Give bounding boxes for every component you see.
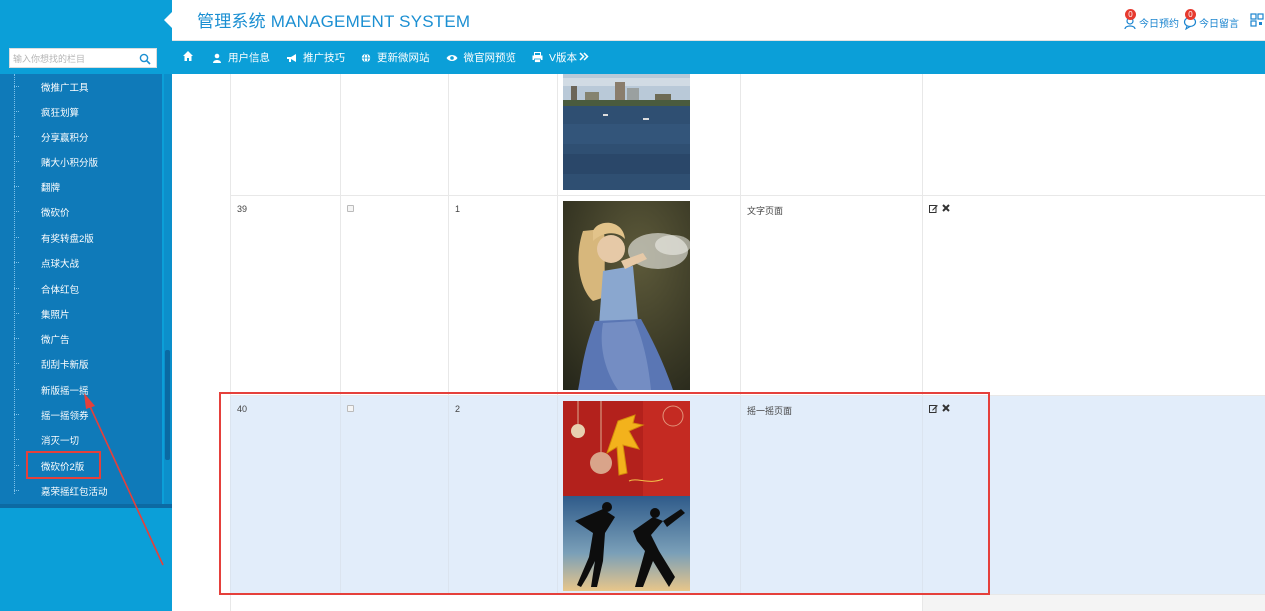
messages-count-badge: 0 xyxy=(1185,9,1196,20)
sidebar-item-label: 摇一摇领券 xyxy=(41,411,89,422)
app-window: 管理系统 MANAGEMENT SYSTEM 0 今日预约 0 今日留言 输入你… xyxy=(0,0,1265,611)
row-actions xyxy=(929,204,950,215)
bullhorn-icon xyxy=(286,53,297,63)
qrcode-button[interactable] xyxy=(1250,6,1264,30)
cell-actions xyxy=(922,74,1265,195)
sidebar-item-label: 微广告 xyxy=(41,335,70,346)
sidebar-item-label: 微推广工具 xyxy=(41,83,89,94)
sidebar-item-label: 翻牌 xyxy=(41,183,61,194)
sidebar-item[interactable]: 合体红包 xyxy=(0,276,162,301)
nav-version[interactable]: V版本 xyxy=(524,41,597,74)
print-icon xyxy=(532,52,543,63)
search-icon[interactable] xyxy=(139,52,151,70)
lake-city-photo xyxy=(563,74,690,190)
sidebar-item[interactable]: 微砍价 xyxy=(0,199,162,224)
cell-id: 39 xyxy=(230,196,340,395)
sidebar-item-label: 合体红包 xyxy=(41,285,80,296)
nav-preview-site[interactable]: 微官网预览 xyxy=(438,41,525,74)
messages-label: 今日留言 xyxy=(1199,19,1239,30)
sidebar-item[interactable]: 微推广工具 xyxy=(0,74,162,99)
sidebar-item[interactable]: 点球大战 xyxy=(0,250,162,275)
sidebar-item[interactable]: 消灭一切 xyxy=(0,427,162,452)
cell-id xyxy=(230,74,340,195)
app-title: 管理系统 MANAGEMENT SYSTEM xyxy=(197,12,471,31)
sidebar-item[interactable]: 疯狂划算 xyxy=(0,99,162,124)
sidebar-item-label: 微砍价 xyxy=(41,208,70,219)
cell-empty xyxy=(922,595,1265,611)
user-icon xyxy=(212,53,222,63)
sidebar-item[interactable]: 翻牌 xyxy=(0,174,162,199)
cell-type: 文字页面 xyxy=(740,196,922,395)
nav-promotion-tips[interactable]: 推广技巧 xyxy=(278,41,353,74)
appointments-count-badge: 0 xyxy=(1125,9,1136,20)
sidebar-item[interactable]: 有奖转盘2版 xyxy=(0,225,162,250)
sidebar-scrollbar-thumb[interactable] xyxy=(165,350,170,460)
home-icon xyxy=(182,50,194,65)
top-nav: 用户信息 推广技巧 更新微网站 微官网预览 V版本 xyxy=(172,41,597,74)
nav-user-info[interactable]: 用户信息 xyxy=(204,41,278,74)
appointments-label: 今日预约 xyxy=(1139,19,1179,30)
eye-icon xyxy=(446,54,458,62)
cell-image xyxy=(557,74,740,195)
sidebar-item-label: 刮刮卡新版 xyxy=(41,360,89,371)
nav-version-label: V版本 xyxy=(549,52,578,64)
table-row xyxy=(230,595,1265,611)
sidebar-menu: 微推广工具 疯狂划算 分享赢积分 赌大小积分版 翻牌 微砍价 有奖转盘2版 点球… xyxy=(0,74,162,504)
qrcode-icon xyxy=(1250,13,1264,30)
sidebar-item-label: 分享赢积分 xyxy=(41,133,89,144)
cell-image xyxy=(557,196,740,395)
home-button[interactable] xyxy=(172,41,204,74)
nav-preview-site-label: 微官网预览 xyxy=(463,52,517,64)
sidebar-item-label: 消灭一切 xyxy=(41,436,80,447)
nav-update-site[interactable]: 更新微网站 xyxy=(353,41,438,74)
cell-empty xyxy=(230,595,922,611)
sidebar-search xyxy=(9,48,157,68)
chat-icon: 0 xyxy=(1183,9,1197,31)
sidebar-item[interactable]: 集照片 xyxy=(0,301,162,326)
nav-user-info-label: 用户信息 xyxy=(228,52,270,64)
sidebar-item[interactable]: 微广告 xyxy=(0,326,162,351)
edit-icon[interactable] xyxy=(929,204,938,215)
row-checkbox[interactable] xyxy=(347,205,354,212)
cell-order: 1 xyxy=(448,196,557,395)
sidebar-item-label: 集照片 xyxy=(41,310,70,321)
annotation-box-row xyxy=(219,392,990,595)
search-input[interactable] xyxy=(13,51,133,66)
sidebar-item[interactable]: 分享赢积分 xyxy=(0,124,162,149)
header-left-block xyxy=(0,0,172,41)
table-row xyxy=(230,74,1265,196)
globe-icon xyxy=(361,52,371,63)
woman-blowing-snow-photo xyxy=(563,201,690,390)
table-row: 39 1 文字页面 xyxy=(230,196,1265,396)
cell-select xyxy=(340,196,448,395)
collapse-notch[interactable] xyxy=(164,12,172,28)
nav-update-site-label: 更新微网站 xyxy=(377,52,430,64)
sidebar-item[interactable]: 刮刮卡新版 xyxy=(0,351,162,376)
sidebar-divider xyxy=(0,504,172,508)
sidebar-item-label: 嘉荣摇红包活动 xyxy=(41,487,108,498)
sidebar-item[interactable]: 赌大小积分版 xyxy=(0,149,162,174)
sidebar-item-label: 疯狂划算 xyxy=(41,108,80,119)
sidebar-item-active[interactable]: 新版摇一摇 xyxy=(0,377,162,402)
today-appointments[interactable]: 0 今日预约 xyxy=(1123,6,1179,30)
delete-icon[interactable] xyxy=(942,204,950,215)
cell-type xyxy=(740,74,922,195)
double-chevron-right-icon xyxy=(579,51,589,64)
sidebar: 微推广工具 疯狂划算 分享赢积分 赌大小积分版 翻牌 微砍价 有奖转盘2版 点球… xyxy=(0,74,172,611)
sidebar-item-label: 赌大小积分版 xyxy=(41,158,99,169)
cell-select xyxy=(340,74,448,195)
nav-bar: 用户信息 推广技巧 更新微网站 微官网预览 xyxy=(0,41,1265,74)
annotation-box-sidebar xyxy=(26,451,101,479)
nav-promotion-tips-label: 推广技巧 xyxy=(303,52,345,64)
cell-order xyxy=(448,74,557,195)
sidebar-item-label: 新版摇一摇 xyxy=(41,386,89,397)
person-icon: 0 xyxy=(1123,9,1137,30)
top-header: 管理系统 MANAGEMENT SYSTEM 0 今日预约 0 今日留言 xyxy=(0,0,1265,41)
cell-actions xyxy=(922,196,1265,395)
today-messages[interactable]: 0 今日留言 xyxy=(1183,6,1239,31)
sidebar-item-label: 点球大战 xyxy=(41,259,80,270)
sidebar-item[interactable]: 摇一摇领券 xyxy=(0,402,162,427)
sidebar-item-label: 有奖转盘2版 xyxy=(41,234,94,245)
sidebar-item[interactable]: 嘉荣摇红包活动 xyxy=(0,478,162,503)
